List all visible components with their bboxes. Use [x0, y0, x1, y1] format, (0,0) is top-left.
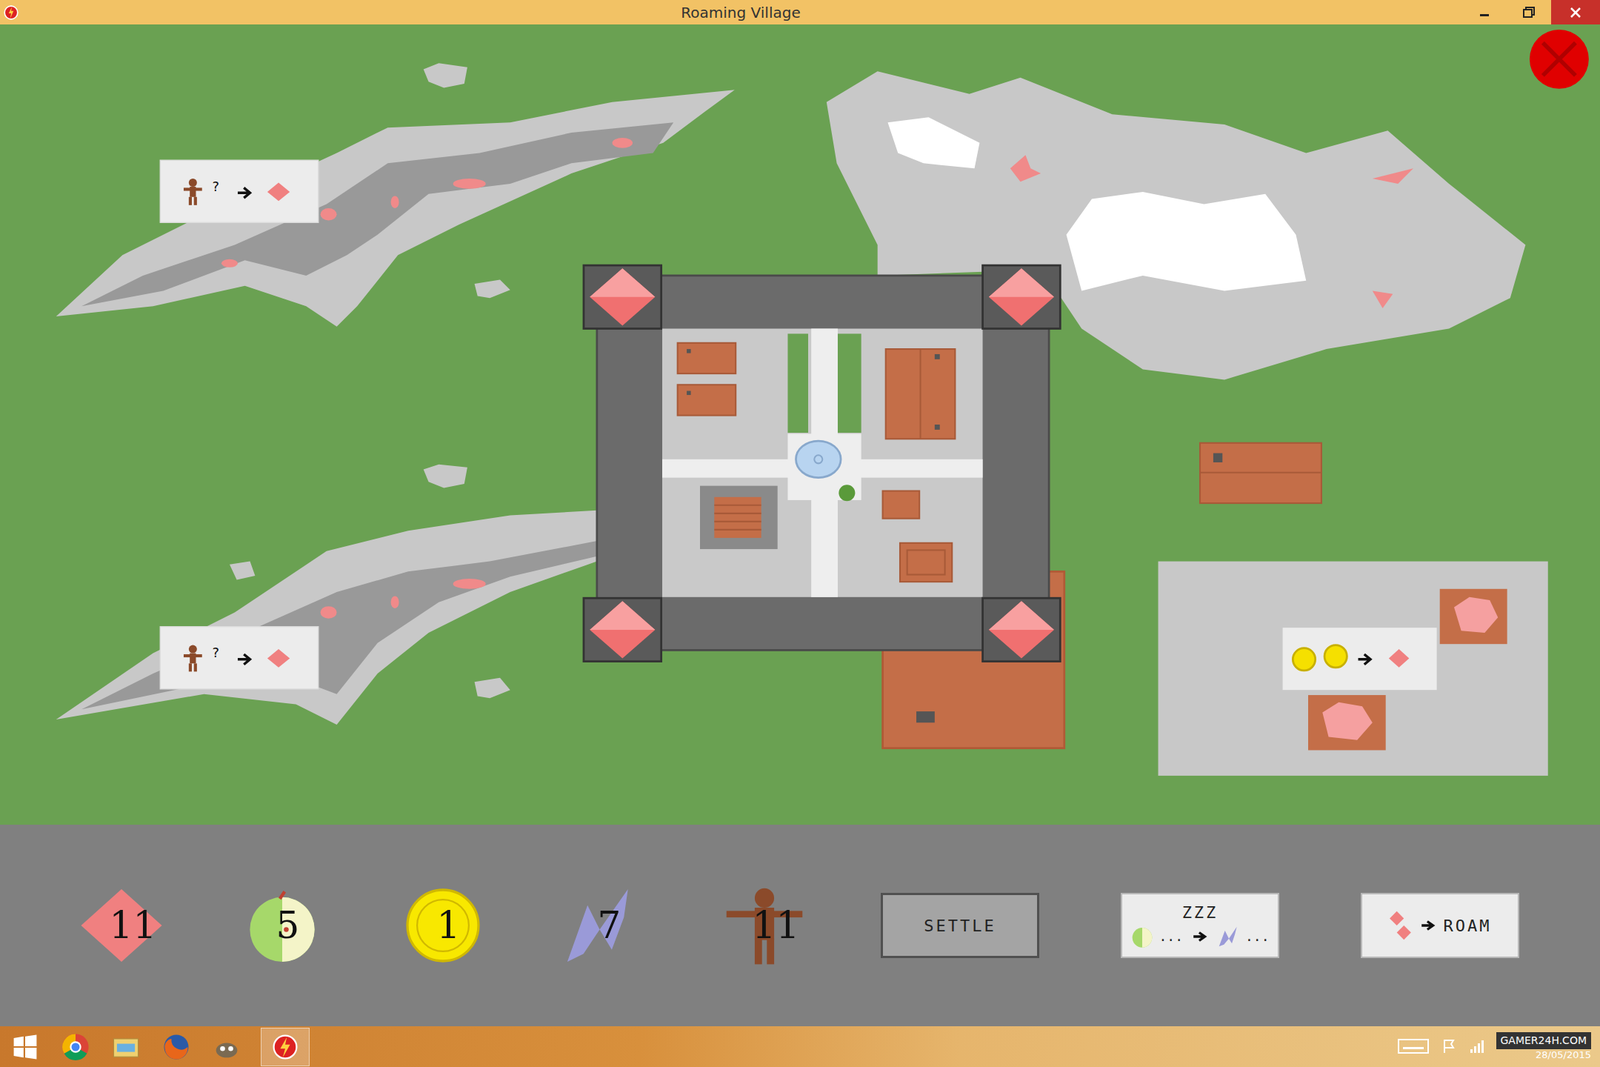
resource-value: 1 — [437, 906, 461, 944]
window-controls — [1462, 0, 1600, 25]
resource-counter: 7 — [522, 884, 684, 966]
lower-rock — [56, 510, 598, 725]
resource-value: 11 — [752, 906, 800, 944]
gems-icon — [1388, 908, 1413, 942]
gimp-icon[interactable] — [210, 1030, 243, 1063]
button-label: ZZZ — [1182, 902, 1219, 922]
arrow-icon — [1420, 919, 1437, 932]
minimize-icon[interactable] — [1462, 0, 1507, 25]
energy-icon — [1217, 924, 1241, 949]
firefox-icon[interactable] — [160, 1030, 193, 1063]
arrow-icon — [1358, 654, 1372, 665]
keyboard-icon[interactable] — [1397, 1034, 1430, 1058]
map-canvas: ?? — [0, 24, 1600, 825]
exit-button[interactable] — [1529, 29, 1589, 89]
arrow-icon — [1191, 930, 1209, 943]
house — [1200, 442, 1322, 503]
coin-icon — [1292, 645, 1347, 671]
food-amount: ... — [1158, 928, 1183, 944]
castle-tower — [982, 597, 1061, 661]
resource-value: 11 — [109, 906, 158, 944]
small-rocks — [229, 62, 511, 698]
arrow-icon — [237, 654, 251, 665]
arrow-icon — [237, 187, 251, 198]
worker-icon — [183, 178, 203, 206]
sign-mark: ? — [212, 178, 220, 195]
roam-button[interactable]: ROAM — [1360, 892, 1520, 958]
action-list: SETTLE ZZZ...... ROAM — [880, 892, 1520, 958]
flag-icon[interactable] — [1440, 1037, 1458, 1055]
game-window: Roaming Village?? 11 5 1 7 11 SETTLE ZZZ...... R… — [0, 0, 1600, 1067]
trade-sign[interactable] — [1282, 627, 1438, 690]
close-icon[interactable] — [1551, 0, 1600, 25]
upper-rock — [56, 89, 735, 327]
watermark: GAMER24H.COM — [1496, 1031, 1592, 1049]
window-title: Roaming Village — [19, 3, 1463, 22]
file-explorer-icon[interactable] — [109, 1030, 143, 1063]
game-map: ?? — [0, 24, 1600, 825]
castle-tower — [583, 265, 662, 329]
sign-mark: ? — [212, 644, 220, 660]
button-label: SETTLE — [923, 916, 996, 935]
mine-sign[interactable]: ? — [160, 160, 319, 223]
castle — [583, 265, 1060, 661]
sleep-button[interactable]: ZZZ...... — [1120, 892, 1280, 958]
taskbar-apps — [0, 1027, 310, 1066]
windows-start-icon[interactable] — [8, 1030, 42, 1063]
chrome-icon[interactable] — [59, 1030, 92, 1063]
apple-icon — [1130, 924, 1155, 949]
network-icon[interactable] — [1468, 1037, 1486, 1055]
energy-amount: ... — [1245, 928, 1270, 944]
resource-counter: 5 — [201, 884, 363, 966]
taskbar: GAMER24H.COM28/05/2015 — [0, 1025, 1600, 1067]
worker-icon — [183, 645, 203, 672]
system-tray: GAMER24H.COM28/05/2015 — [1397, 1031, 1600, 1060]
resource-counter: 1 — [362, 884, 523, 966]
gem-icon — [267, 182, 290, 202]
game-task[interactable] — [260, 1027, 310, 1066]
gem-icon — [1388, 648, 1410, 668]
button-label: ROAM — [1443, 916, 1492, 935]
resource-counter: 11 — [40, 884, 202, 966]
resource-counter: 11 — [683, 884, 845, 966]
date: 28/05/2015 — [1535, 1048, 1592, 1061]
resource-value: 5 — [276, 906, 300, 944]
market — [1158, 561, 1549, 776]
restore-icon[interactable] — [1506, 0, 1552, 25]
app-icon — [2, 4, 20, 21]
ore-tile[interactable] — [1308, 694, 1386, 750]
title-bar: Roaming Village — [0, 0, 1600, 25]
ore-tile[interactable] — [1440, 588, 1508, 644]
game-app-icon — [268, 1030, 302, 1063]
clock: GAMER24H.COM28/05/2015 — [1496, 1031, 1592, 1060]
settle-button[interactable]: SETTLE — [880, 892, 1040, 958]
resource-list: 11 5 1 7 11 — [40, 884, 845, 966]
resource-value: 7 — [597, 906, 622, 944]
fountain — [795, 440, 841, 478]
castle-tower — [982, 265, 1061, 329]
resource-bar: 11 5 1 7 11 SETTLE ZZZ...... ROAM — [0, 824, 1600, 1026]
sleep-recipe: ...... — [1130, 924, 1269, 949]
castle-tower — [583, 597, 662, 661]
mine-sign[interactable]: ? — [160, 626, 319, 689]
gem-icon — [267, 648, 290, 668]
